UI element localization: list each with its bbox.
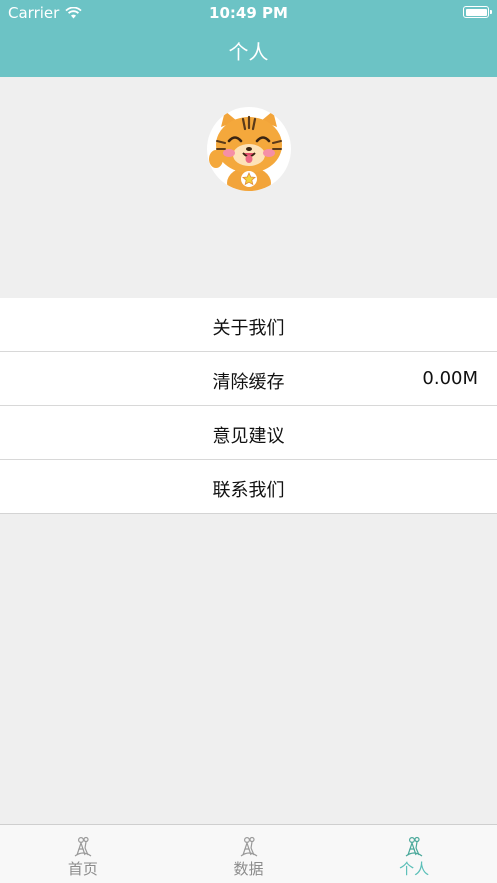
- home-figure-icon: [74, 836, 92, 857]
- avatar[interactable]: [207, 107, 291, 191]
- status-time: 10:49 PM: [209, 4, 288, 22]
- menu-item-about[interactable]: 关于我们: [0, 298, 497, 352]
- battery-level: [465, 8, 487, 16]
- tab-data[interactable]: 数据: [166, 825, 332, 883]
- page-title: 个人: [228, 40, 269, 64]
- settings-menu: 关于我们 清除缓存 0.00M 意见建议 联系我们: [0, 298, 497, 514]
- tab-label: 首页: [67, 860, 98, 878]
- tiger-cartoon-icon: [209, 111, 282, 191]
- tab-home[interactable]: 首页: [0, 825, 166, 883]
- menu-item-label: 意见建议: [212, 426, 285, 447]
- tab-label: 个人: [399, 860, 430, 878]
- tab-label: 数据: [233, 860, 264, 878]
- status-bar: Carrier 10:49 PM: [0, 0, 497, 26]
- menu-item-feedback[interactable]: 意见建议: [0, 406, 497, 460]
- menu-item-label: 关于我们: [212, 318, 285, 339]
- tab-personal[interactable]: 个人: [331, 825, 497, 883]
- menu-item-contact[interactable]: 联系我们: [0, 460, 497, 513]
- screen: Carrier 10:49 PM 个人 关于我们 清除缓存 0.00M 意见建议…: [0, 0, 497, 883]
- cache-size-value: 0.00M: [422, 368, 478, 389]
- menu-item-clear-cache[interactable]: 清除缓存 0.00M: [0, 352, 497, 406]
- battery-icon: [463, 6, 492, 18]
- person-figure-icon: [405, 836, 423, 857]
- top-bar: Carrier 10:49 PM 个人: [0, 0, 497, 77]
- data-figure-icon: [240, 836, 257, 857]
- menu-item-label: 联系我们: [212, 480, 285, 501]
- tab-bar: 首页 数据 个人: [0, 824, 497, 883]
